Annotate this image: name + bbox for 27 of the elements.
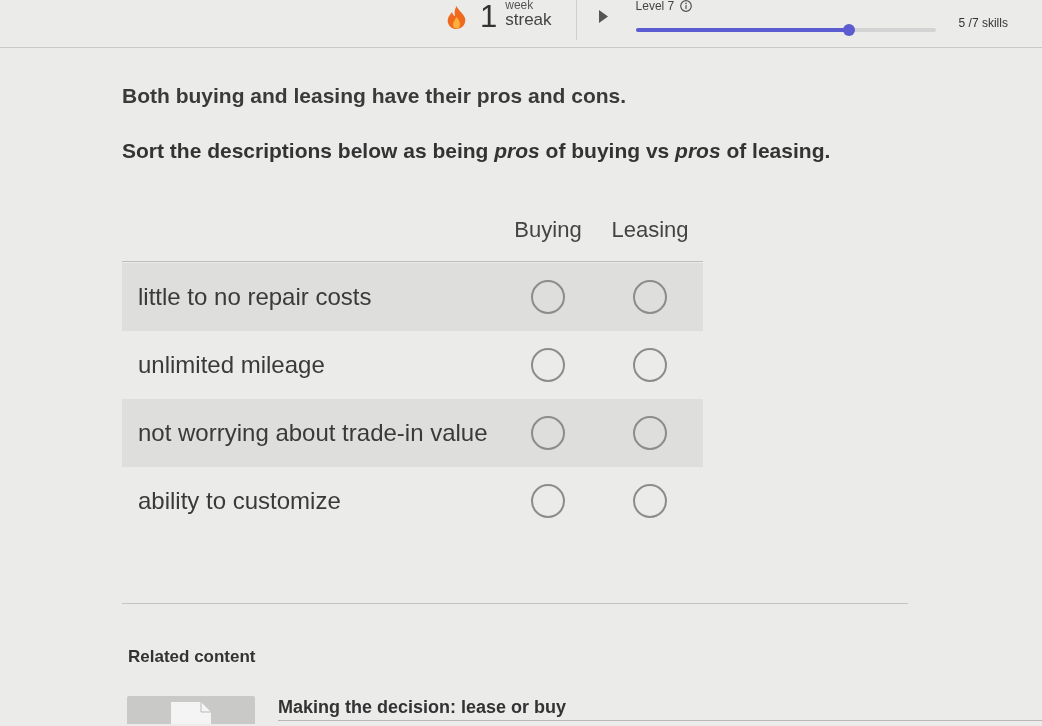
radio-button[interactable] bbox=[633, 280, 667, 314]
radio-button[interactable] bbox=[633, 416, 667, 450]
column-header: Leasing bbox=[611, 218, 689, 244]
related-heading: Related content bbox=[128, 647, 256, 667]
streak-count: 1 bbox=[480, 2, 498, 32]
row-label: not worrying about trade-in value bbox=[138, 418, 488, 446]
row-label: ability to customize bbox=[138, 486, 341, 514]
radio-button[interactable] bbox=[633, 484, 667, 518]
intro-text: Both buying and leasing have their pros and cons. bbox=[122, 84, 627, 108]
row-label: little to no repair costs bbox=[138, 282, 372, 310]
streak-label: streak bbox=[505, 11, 552, 28]
info-icon[interactable] bbox=[680, 0, 693, 12]
streak-unit: week bbox=[505, 0, 535, 11]
radio-button[interactable] bbox=[633, 348, 667, 382]
play-icon[interactable] bbox=[598, 10, 608, 23]
document-icon bbox=[171, 702, 211, 724]
row-label: unlimited mileage bbox=[138, 350, 325, 378]
column-header: Buying bbox=[514, 218, 582, 244]
radio-button[interactable] bbox=[531, 416, 565, 450]
level-label: Level 7 bbox=[635, 0, 675, 12]
flame-icon bbox=[447, 6, 466, 29]
skills-count: 5 /7 skills bbox=[958, 16, 1008, 30]
radio-button[interactable] bbox=[531, 484, 565, 518]
radio-button[interactable] bbox=[531, 280, 565, 314]
radio-button[interactable] bbox=[531, 348, 565, 382]
instruction-text: Sort the descriptions below as being pros of buying vs pros of leasing. bbox=[122, 139, 831, 163]
related-link[interactable]: Making the decision: lease or buy bbox=[278, 697, 567, 717]
